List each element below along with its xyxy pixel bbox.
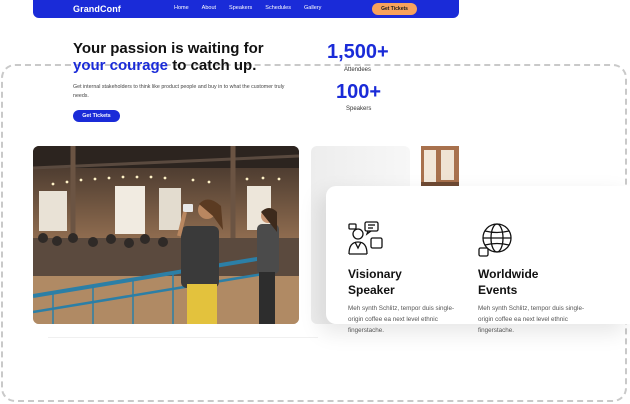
feature-visionary-title-line2: Speaker [348,283,395,297]
hero-title-accent: your courage [73,57,169,74]
feature-worldwide-desc: Meh synth Schlitz, tempor duis single-or… [478,305,585,334]
nav-home[interactable]: Home [174,5,189,11]
stat-speakers-label: Speakers [346,106,372,112]
speaker-chat-icon [346,220,384,263]
feature-worldwide-title-line1: Worldwide [478,267,539,281]
nav-speakers[interactable]: Speakers [229,5,252,11]
feature-worldwide-title: Worldwide Events [478,266,538,298]
nav-schedules[interactable]: Schedules [265,5,291,11]
hero-subtitle: Get internal stakeholders to think like … [73,84,285,99]
hero-title: Your passion is waiting for your courage… [73,40,303,74]
logo[interactable]: GrandConf [73,4,121,14]
section-divider [48,337,318,338]
stat-attendees-label: Attendees [344,67,372,73]
stat-speakers-value: 100+ [336,81,382,103]
stat-attendees-value: 1,500+ [327,41,389,63]
feature-visionary-desc: Meh synth Schlitz, tempor duis single-or… [348,305,455,334]
nav-gallery[interactable]: Gallery [304,5,321,11]
conference-photo [33,146,299,324]
hero-title-line1: Your passion is waiting for [73,40,264,57]
globe-chat-icon [478,222,514,263]
hero-get-tickets-button[interactable]: Get Tickets [73,110,120,122]
features-card: Visionary Speaker Meh synth Schlitz, tem… [326,186,630,334]
edge-photo [421,146,459,190]
top-nav: GrandConf Home About Speakers Schedules … [33,0,459,18]
nav-get-tickets-button[interactable]: Get Tickets [372,3,417,15]
feature-worldwide-title-line2: Events [478,283,518,297]
feature-visionary-title: Visionary Speaker [348,266,402,298]
nav-about[interactable]: About [202,5,216,11]
feature-visionary-title-line1: Visionary [348,267,402,281]
nav-links: Home About Speakers Schedules Gallery [174,5,334,11]
hero-title-rest: to catch up. [168,57,257,74]
